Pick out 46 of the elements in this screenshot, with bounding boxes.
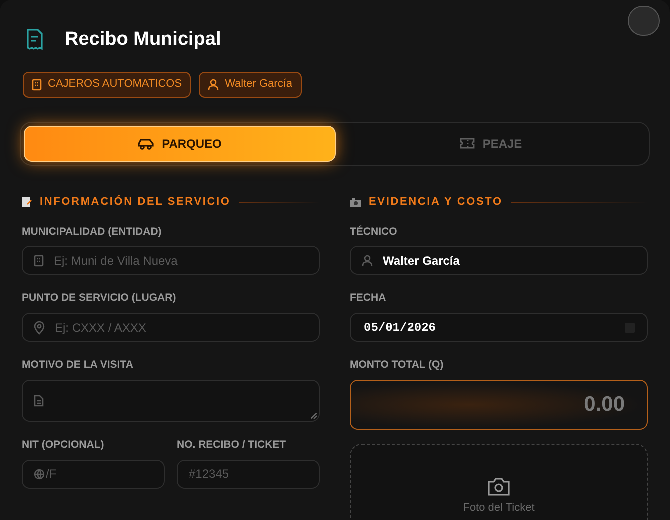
camera-icon bbox=[488, 476, 510, 496]
field-value: 05/01/2026 bbox=[364, 320, 436, 336]
section-title: EVIDENCIA Y COSTO bbox=[369, 195, 503, 210]
building-icon bbox=[32, 78, 42, 90]
building-icon bbox=[34, 254, 44, 267]
field-label: TÉCNICO bbox=[350, 224, 398, 240]
placeholder-text: Ej: Muni de Villa Nueva bbox=[54, 252, 178, 270]
globe-icon bbox=[34, 468, 45, 480]
input-field[interactable]: Walter García bbox=[350, 246, 648, 276]
input-field[interactable]: #12345 bbox=[177, 460, 320, 488]
input-field[interactable]: Ej: Muni de Villa Nueva bbox=[22, 246, 320, 276]
close-button[interactable] bbox=[628, 6, 660, 36]
car-icon bbox=[138, 138, 154, 150]
field-value: Walter García bbox=[383, 252, 460, 270]
photo-upload-area[interactable]: Foto del Ticket bbox=[350, 444, 648, 520]
input-field[interactable]: /F bbox=[22, 460, 165, 488]
field-label: MONTO TOTAL (Q) bbox=[350, 358, 445, 373]
field-label: NIT (OPCIONAL) bbox=[22, 438, 106, 453]
placeholder-text: #12345 bbox=[189, 466, 230, 483]
input-field[interactable]: Ej: CXXX / AXXX bbox=[22, 313, 320, 342]
section-title: INFORMACIÓN DEL SERVICIO bbox=[40, 194, 231, 210]
field-label: PUNTO DE SERVICIO (LUGAR) bbox=[22, 291, 178, 306]
resize-handle-icon[interactable] bbox=[311, 412, 317, 419]
field-label: FECHA bbox=[350, 291, 388, 306]
location-pin-icon bbox=[34, 320, 45, 334]
field-label: MOTIVO DE LA VISITA bbox=[22, 358, 134, 373]
upload-label: Foto del Ticket bbox=[463, 500, 535, 516]
mode-tab[interactable]: PEAJE bbox=[336, 126, 646, 162]
field-label: NO. RECIBO / TICKET bbox=[177, 438, 288, 453]
camera-icon bbox=[350, 198, 361, 207]
field-label: MUNICIPALIDAD (ENTIDAD) bbox=[22, 224, 163, 240]
badge-label: CAJEROS AUTOMATICOS bbox=[48, 77, 182, 92]
user-icon bbox=[208, 78, 220, 90]
placeholder-text: Ej: CXXX / AXXX bbox=[55, 320, 146, 336]
ticket-icon bbox=[460, 138, 475, 149]
notepad-icon bbox=[22, 197, 32, 208]
receipt-icon bbox=[25, 29, 45, 52]
document-icon bbox=[34, 394, 44, 407]
badge-label: Walter García bbox=[225, 77, 293, 92]
mode-tab[interactable]: PARQUEO bbox=[24, 126, 336, 162]
placeholder-text: 0.00 bbox=[584, 392, 625, 418]
user-icon bbox=[362, 254, 373, 267]
amount-field[interactable]: 0.00 bbox=[350, 380, 648, 430]
placeholder-text: /F bbox=[46, 466, 57, 483]
page-title: Recibo Municipal bbox=[65, 28, 222, 52]
date-field[interactable]: 05/01/2026 bbox=[350, 313, 648, 342]
